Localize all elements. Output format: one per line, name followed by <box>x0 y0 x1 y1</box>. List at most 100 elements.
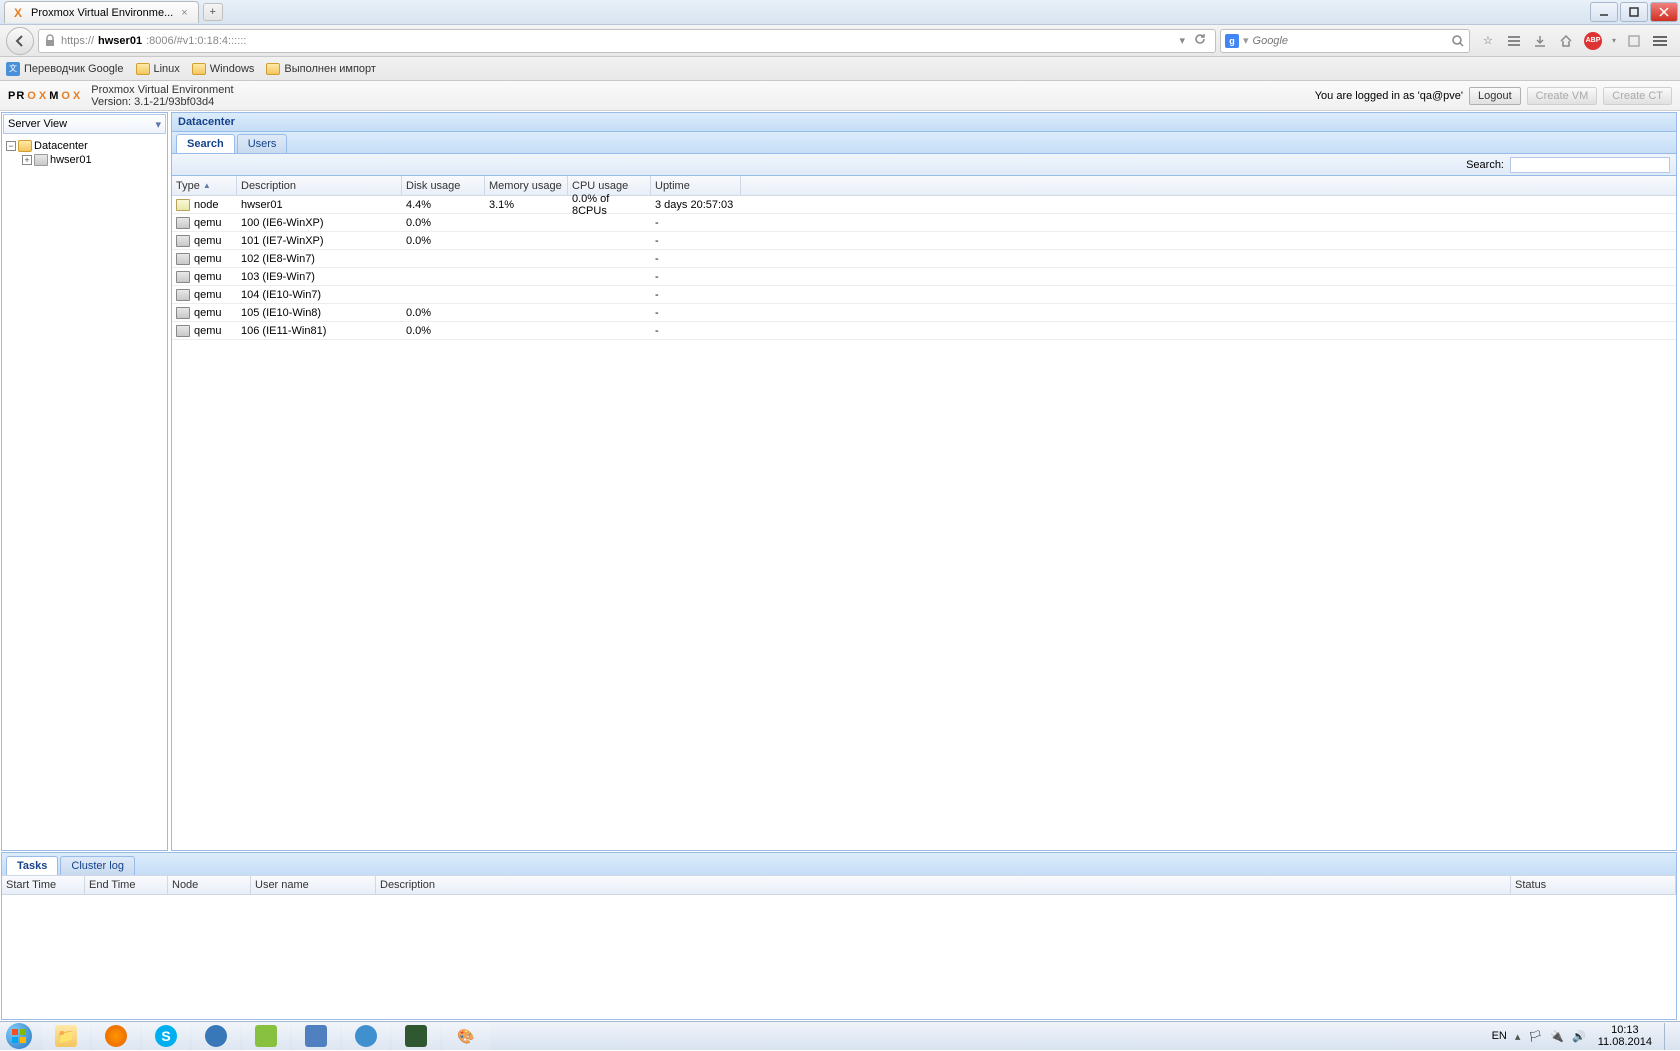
create-vm-button[interactable]: Create VM <box>1527 87 1598 105</box>
tasks-panel: Tasks Cluster log Start Time End Time No… <box>1 852 1677 1020</box>
expand-icon[interactable]: + <box>22 155 32 165</box>
col-user[interactable]: User name <box>251 876 376 894</box>
col-description[interactable]: Description <box>237 176 402 195</box>
browser-tab[interactable]: X Proxmox Virtual Environme... × <box>4 1 199 23</box>
col-status[interactable]: Status <box>1511 876 1676 894</box>
url-rest: :8006/#v1:0:18:4:::::: <box>146 35 246 47</box>
bottom-tabs: Tasks Cluster log <box>2 853 1676 875</box>
col-description[interactable]: Description <box>376 876 1511 894</box>
app-version: Version: 3.1-21/93bf03d4 <box>91 96 233 108</box>
folder-icon <box>136 63 150 75</box>
tab-search[interactable]: Search <box>176 134 235 153</box>
table-row[interactable]: qemu104 (IE10-Win7)- <box>172 286 1676 304</box>
table-row[interactable]: qemu102 (IE8-Win7)- <box>172 250 1676 268</box>
window-titlebar: X Proxmox Virtual Environme... × + <box>0 0 1680 25</box>
home-icon[interactable] <box>1558 33 1574 49</box>
tab-users[interactable]: Users <box>237 134 288 153</box>
tab-tasks[interactable]: Tasks <box>6 856 58 875</box>
table-row[interactable]: qemu103 (IE9-Win7)- <box>172 268 1676 286</box>
collapse-icon[interactable]: − <box>6 141 16 151</box>
minimize-button[interactable] <box>1590 2 1618 22</box>
downloads-icon[interactable] <box>1532 33 1548 49</box>
taskbar-skype[interactable]: S <box>142 1023 190 1050</box>
col-memory[interactable]: Memory usage <box>485 176 568 195</box>
flag-icon[interactable]: 🏳 <box>1528 1030 1542 1043</box>
col-start-time[interactable]: Start Time <box>2 876 85 894</box>
bookmark-item[interactable]: 文Переводчик Google <box>6 62 124 76</box>
reload-button[interactable] <box>1189 32 1211 49</box>
window-controls <box>1590 2 1680 22</box>
tree-node-datacenter[interactable]: − Datacenter <box>4 139 165 153</box>
language-indicator[interactable]: EN <box>1492 1030 1507 1042</box>
clock[interactable]: 10:13 11.08.2014 <box>1594 1024 1656 1048</box>
table-row[interactable]: qemu106 (IE11-Win81)0.0%- <box>172 322 1676 340</box>
table-row[interactable]: nodehwser014.4%3.1%0.0% of 8CPUs3 days 2… <box>172 196 1676 214</box>
table-row[interactable]: qemu105 (IE10-Win8)0.0%- <box>172 304 1676 322</box>
bookmark-item[interactable]: Выполнен импорт <box>266 63 376 75</box>
search-icon[interactable] <box>1451 34 1465 48</box>
taskbar-paint[interactable]: 🎨 <box>442 1023 490 1050</box>
col-node[interactable]: Node <box>168 876 251 894</box>
taskbar-firefox[interactable] <box>92 1023 140 1050</box>
nav-toolbar: https://hwser01:8006/#v1:0:18:4:::::: ▾ … <box>0 25 1680 57</box>
tray-chevron-icon[interactable]: ▴ <box>1515 1030 1521 1043</box>
sidebar: Server View ▾ − Datacenter + hwser01 <box>1 112 168 851</box>
col-type[interactable]: Type▲ <box>172 176 237 195</box>
volume-icon[interactable]: 🔊 <box>1572 1030 1586 1043</box>
vm-icon <box>176 289 190 301</box>
new-tab-button[interactable]: + <box>203 3 223 21</box>
app-title: Proxmox Virtual Environment <box>91 84 233 96</box>
tasks-grid-header: Start Time End Time Node User name Descr… <box>2 875 1676 895</box>
col-uptime[interactable]: Uptime <box>651 176 741 195</box>
menu-icon[interactable] <box>1652 33 1668 49</box>
bookmarks-list-icon[interactable] <box>1506 33 1522 49</box>
tasks-grid-body <box>2 895 1676 1019</box>
bookmark-item[interactable]: Windows <box>192 63 255 75</box>
puzzle-icon[interactable] <box>1626 33 1642 49</box>
show-desktop-button[interactable] <box>1664 1023 1672 1050</box>
table-row[interactable]: qemu100 (IE6-WinXP)0.0%- <box>172 214 1676 232</box>
taskbar-app[interactable] <box>392 1023 440 1050</box>
table-row[interactable]: qemu101 (IE7-WinXP)0.0%- <box>172 232 1676 250</box>
col-disk[interactable]: Disk usage <box>402 176 485 195</box>
proxmox-favicon-icon: X <box>11 6 25 20</box>
maximize-button[interactable] <box>1620 2 1648 22</box>
taskbar-explorer[interactable]: 📁 <box>42 1023 90 1050</box>
vm-icon <box>176 235 190 247</box>
create-ct-button[interactable]: Create CT <box>1603 87 1672 105</box>
power-icon[interactable]: 🔌 <box>1550 1030 1564 1043</box>
bookmark-item[interactable]: Linux <box>136 63 180 75</box>
taskbar-app[interactable] <box>192 1023 240 1050</box>
vm-icon <box>176 253 190 265</box>
taskbar-app[interactable] <box>342 1023 390 1050</box>
url-bar[interactable]: https://hwser01:8006/#v1:0:18:4:::::: ▾ <box>38 29 1216 53</box>
view-selector[interactable]: Server View ▾ <box>3 114 166 134</box>
dropdown-icon[interactable]: ▾ <box>1612 36 1616 45</box>
folder-icon <box>192 63 206 75</box>
search-toolbar: Search: <box>171 154 1677 176</box>
adblock-icon[interactable]: ABP <box>1584 32 1602 50</box>
taskbar-app[interactable] <box>292 1023 340 1050</box>
close-window-button[interactable] <box>1650 2 1678 22</box>
windows-taskbar: 📁 S 🎨 EN ▴ 🏳 🔌 🔊 10:13 11.08.2014 <box>0 1021 1680 1050</box>
bookmark-label: Выполнен импорт <box>284 63 376 75</box>
tab-cluster-log[interactable]: Cluster log <box>60 856 135 875</box>
dropdown-icon: ▾ <box>155 118 161 131</box>
tree-node-hwser01[interactable]: + hwser01 <box>4 153 165 167</box>
dropdown-icon[interactable]: ▾ <box>1179 34 1185 47</box>
start-button[interactable] <box>0 1022 38 1051</box>
search-box[interactable]: g ▾ <box>1220 29 1470 53</box>
search-input[interactable] <box>1253 35 1447 47</box>
bookmark-star-icon[interactable]: ☆ <box>1480 33 1496 49</box>
back-button[interactable] <box>6 27 34 55</box>
taskbar-app[interactable] <box>242 1023 290 1050</box>
close-tab-icon[interactable]: × <box>179 7 189 19</box>
bookmark-label: Windows <box>210 63 255 75</box>
grid-search-input[interactable] <box>1510 157 1670 173</box>
logout-button[interactable]: Logout <box>1469 87 1521 105</box>
col-end-time[interactable]: End Time <box>85 876 168 894</box>
sort-asc-icon: ▲ <box>203 181 211 190</box>
dropdown-icon[interactable]: ▾ <box>1243 34 1249 47</box>
search-label: Search: <box>1466 159 1504 171</box>
content-tabs: Search Users <box>171 132 1677 154</box>
